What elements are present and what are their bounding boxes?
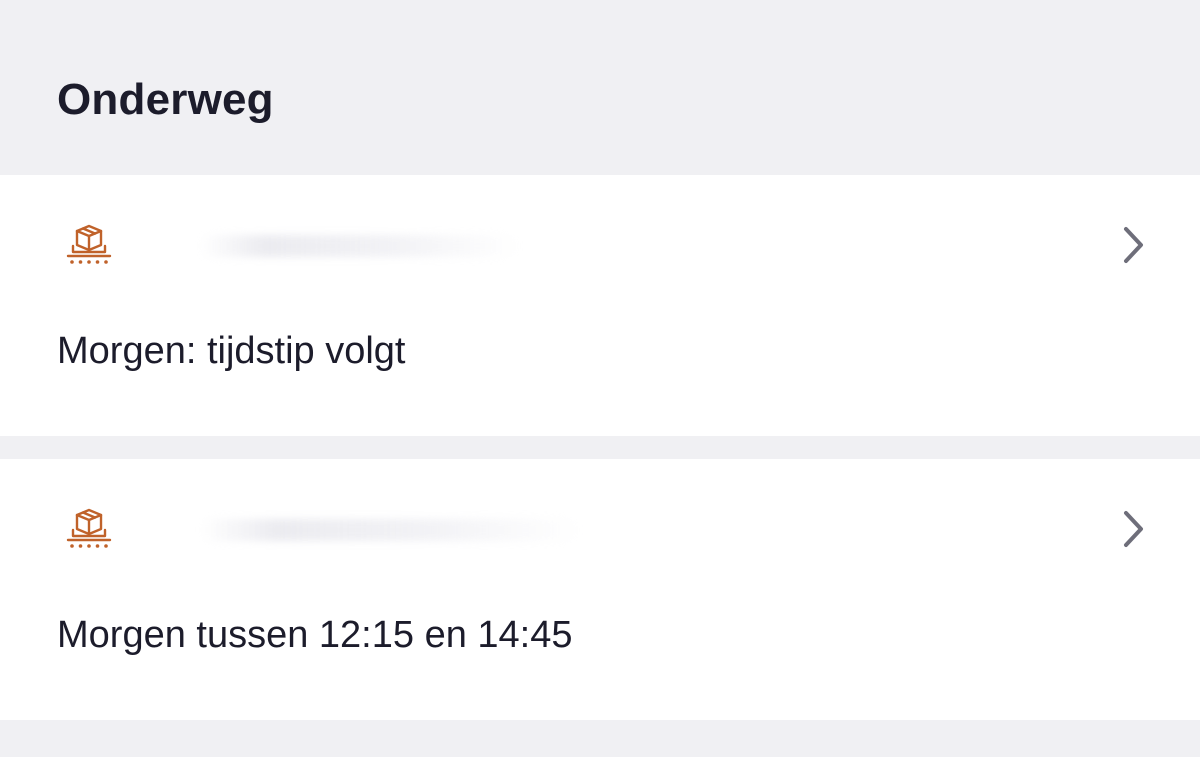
shipment-card[interactable]: Morgen tussen 12:15 en 14:45 [0, 459, 1200, 720]
redacted-shipment-name [200, 235, 520, 257]
package-on-conveyor-icon [66, 508, 112, 548]
chevron-right-icon[interactable] [1118, 223, 1148, 267]
section-title: Onderweg [57, 75, 274, 124]
redacted-shipment-name [200, 519, 580, 541]
list-footer-spacer [0, 720, 1200, 757]
section-header: Onderweg [0, 0, 1200, 175]
delivery-window-text: Morgen tussen 12:15 en 14:45 [57, 614, 573, 656]
shipment-card[interactable]: Morgen: tijdstip volgt [0, 175, 1200, 436]
package-on-conveyor-icon [66, 224, 112, 264]
chevron-right-icon[interactable] [1118, 507, 1148, 551]
delivery-window-text: Morgen: tijdstip volgt [57, 330, 406, 372]
